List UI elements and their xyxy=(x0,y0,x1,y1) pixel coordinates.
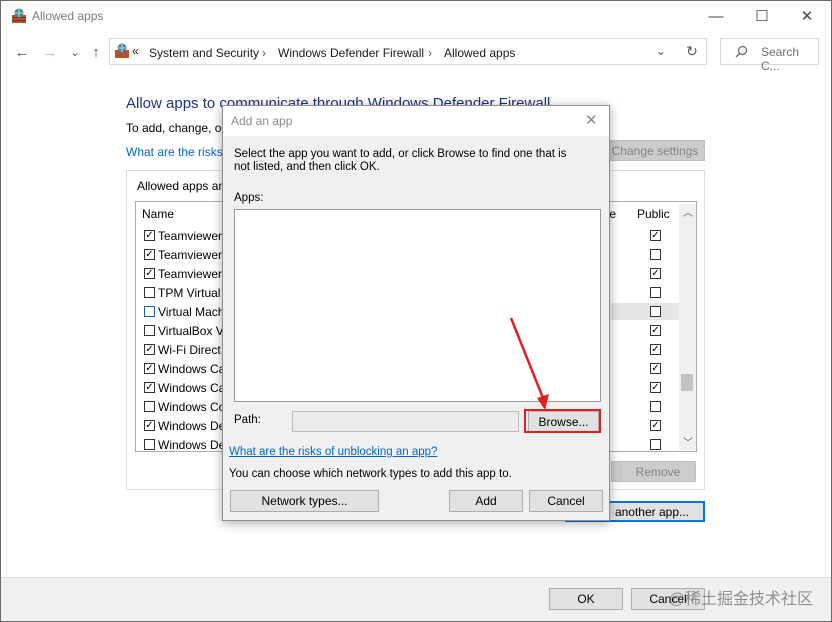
breadcrumb-chevrons[interactable]: « xyxy=(132,44,139,58)
watermark-text: @稀土掘金技术社区 xyxy=(668,591,813,608)
row-checkbox[interactable] xyxy=(144,401,155,412)
scroll-up-icon[interactable]: ︿ xyxy=(683,204,693,219)
selected-row-highlight xyxy=(611,303,679,320)
up-arrow-icon[interactable]: ↑ xyxy=(86,42,106,62)
row-checkbox[interactable]: ✓ xyxy=(144,268,155,279)
path-label: Path: xyxy=(234,414,261,426)
dialog-title: Add an app xyxy=(231,114,293,128)
remove-button[interactable]: Remove xyxy=(620,461,696,482)
breadcrumb-separator: › xyxy=(428,46,432,60)
row-checkbox[interactable]: ✓ xyxy=(144,420,155,431)
window-title: Allowed apps xyxy=(32,9,104,23)
row-checkbox[interactable] xyxy=(144,306,155,317)
row-public-checkbox[interactable] xyxy=(650,249,661,260)
network-note: You can choose which network types to ad… xyxy=(229,468,512,480)
red-arrow-annotation xyxy=(509,317,549,410)
row-checkbox[interactable]: ✓ xyxy=(144,344,155,355)
unblock-risks-link[interactable]: What are the risks of unblocking an app? xyxy=(229,446,437,458)
breadcrumb-allowed-apps[interactable]: Allowed apps xyxy=(444,46,515,60)
row-checkbox[interactable] xyxy=(144,287,155,298)
row-public-checkbox[interactable] xyxy=(650,306,661,317)
network-types-button[interactable]: Network types... xyxy=(230,490,379,512)
column-header-public[interactable]: Public xyxy=(637,207,670,221)
row-app-name: Windows Co xyxy=(158,400,226,414)
add-app-dialog: Add an app ✕ Select the app you want to … xyxy=(222,105,610,521)
minimize-button[interactable]: — xyxy=(693,1,739,31)
recent-locations-icon[interactable]: ⌄ xyxy=(65,42,85,62)
row-public-checkbox[interactable]: ✓ xyxy=(650,325,661,336)
address-bar[interactable]: « System and Security › Windows Defender… xyxy=(109,38,707,65)
risks-link[interactable]: What are the risks xyxy=(126,145,223,159)
row-app-name: Teamviewer xyxy=(158,248,223,262)
firewall-app-icon xyxy=(11,8,27,24)
change-settings-button[interactable]: Change settings xyxy=(605,140,705,161)
row-checkbox[interactable]: ✓ xyxy=(144,363,155,374)
path-input[interactable] xyxy=(292,411,519,432)
dialog-instruction: Select the app you want to add, or click… xyxy=(234,148,567,173)
row-app-name: Windows Ca xyxy=(158,362,226,376)
scroll-down-icon[interactable]: ﹀ xyxy=(683,434,693,449)
row-app-name: Teamviewer xyxy=(158,229,223,243)
breadcrumb-separator: › xyxy=(262,46,266,60)
search-box[interactable]: Search C... xyxy=(720,38,819,73)
ok-button[interactable]: OK xyxy=(549,588,623,610)
row-checkbox[interactable]: ✓ xyxy=(144,249,155,260)
maximize-button[interactable]: ☐ xyxy=(739,1,785,31)
row-public-checkbox[interactable] xyxy=(650,401,661,412)
control-panel-icon xyxy=(114,43,130,59)
row-app-name: Wi-Fi Direct xyxy=(158,343,221,357)
apps-label: Apps: xyxy=(234,192,264,204)
row-app-name: Teamviewer xyxy=(158,267,223,281)
scrollbar-thumb[interactable] xyxy=(681,374,693,391)
dialog-cancel-button[interactable]: Cancel xyxy=(529,490,603,512)
row-checkbox[interactable]: ✓ xyxy=(144,382,155,393)
row-public-checkbox[interactable]: ✓ xyxy=(650,268,661,279)
allowed-apps-window: Allowed apps — ☐ ✕ ← → ⌄ ↑ « System and … xyxy=(0,0,832,622)
row-public-checkbox[interactable]: ✓ xyxy=(650,344,661,355)
dialog-close-icon[interactable]: ✕ xyxy=(585,111,598,129)
refresh-icon[interactable]: ↻ xyxy=(678,38,707,65)
page-subtext: To add, change, or xyxy=(126,121,226,135)
row-app-name: VirtualBox V xyxy=(158,324,224,338)
row-public-checkbox[interactable]: ✓ xyxy=(650,382,661,393)
search-icon xyxy=(735,45,748,61)
breadcrumb-system-security[interactable]: System and Security xyxy=(149,46,259,60)
add-button[interactable]: Add xyxy=(449,490,523,512)
search-placeholder: Search C... xyxy=(761,45,800,73)
address-dropdown-icon[interactable]: ⌄ xyxy=(656,44,666,58)
row-app-name: Windows De xyxy=(158,419,226,433)
row-app-name: Virtual Mach xyxy=(158,305,225,319)
row-checkbox[interactable] xyxy=(144,325,155,336)
list-scrollbar[interactable]: ︿ ﹀ xyxy=(679,204,696,450)
row-app-name: Windows Ca xyxy=(158,381,226,395)
back-arrow-icon[interactable]: ← xyxy=(12,42,32,62)
row-public-checkbox[interactable]: ✓ xyxy=(650,420,661,431)
allowed-apps-label: Allowed apps an xyxy=(137,179,226,193)
row-public-checkbox[interactable]: ✓ xyxy=(650,230,661,241)
row-public-checkbox[interactable] xyxy=(650,287,661,298)
row-public-checkbox[interactable] xyxy=(650,439,661,450)
column-header-name[interactable]: Name xyxy=(142,207,174,221)
row-public-checkbox[interactable]: ✓ xyxy=(650,363,661,374)
breadcrumb-firewall[interactable]: Windows Defender Firewall xyxy=(278,46,424,60)
row-app-name: TPM Virtual xyxy=(158,286,221,300)
row-checkbox[interactable] xyxy=(144,439,155,450)
row-checkbox[interactable]: ✓ xyxy=(144,230,155,241)
row-app-name: Windows De xyxy=(158,438,226,452)
forward-arrow-icon[interactable]: → xyxy=(40,42,60,62)
close-button[interactable]: ✕ xyxy=(784,1,830,31)
